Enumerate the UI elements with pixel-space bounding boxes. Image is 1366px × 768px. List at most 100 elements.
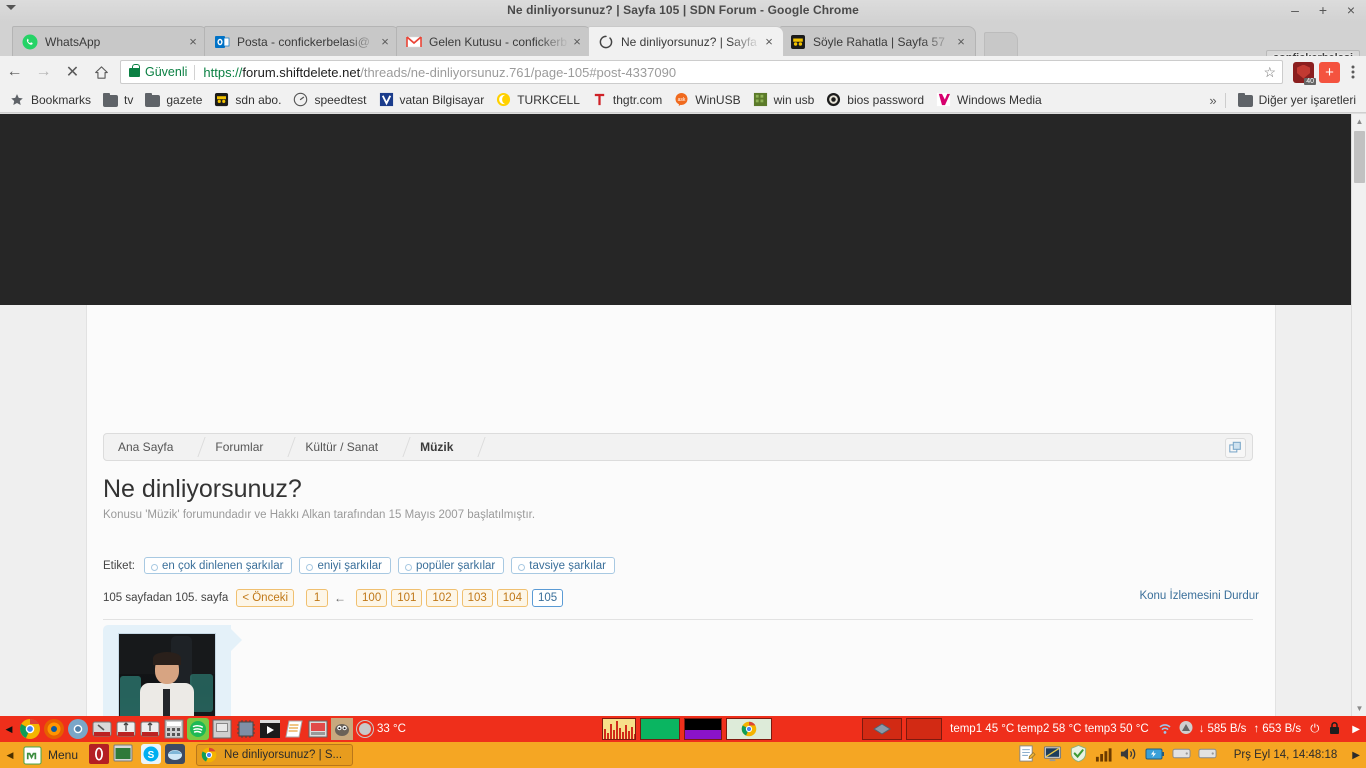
pagination-page-1[interactable]: 1	[306, 589, 329, 607]
tag-item[interactable]: en çok dinlenen şarkılar	[143, 557, 293, 574]
bookmark-win-usb[interactable]: win usb	[747, 90, 821, 111]
addon-extension-icon[interactable]: +	[1319, 61, 1340, 83]
video-player-icon[interactable]	[259, 718, 281, 740]
minimize-button[interactable]: –	[1288, 2, 1302, 18]
shield-icon[interactable]	[1069, 744, 1088, 766]
bookmark-star-icon[interactable]: ☆	[1255, 64, 1276, 81]
terminal-icon[interactable]	[113, 744, 135, 766]
disk-icon[interactable]	[1198, 746, 1217, 764]
volume-icon[interactable]	[1119, 746, 1138, 765]
firefox-icon[interactable]	[43, 718, 65, 740]
bookmark-tv[interactable]: tv	[97, 90, 139, 111]
breadcrumb-item-ana-sayfa[interactable]: Ana Sayfa	[104, 433, 187, 461]
forward-button[interactable]: →	[29, 57, 58, 87]
power-icon[interactable]: ⏻	[1310, 723, 1319, 736]
new-tab-button[interactable]	[984, 32, 1018, 56]
pagination-page-102[interactable]: 102	[426, 589, 458, 607]
bookmark-bios-password[interactable]: bios password	[820, 90, 930, 111]
notes-icon[interactable]	[1017, 744, 1036, 766]
breadcrumb-item-muzik[interactable]: Müzik	[406, 433, 467, 461]
breadcrumb-item-forumlar[interactable]: Forumlar	[201, 433, 277, 461]
clock[interactable]: Prş Eyl 14, 14:48:18	[1234, 749, 1338, 761]
text-editor-icon[interactable]	[283, 718, 305, 740]
bookmark-turkcell[interactable]: TURKCELL	[490, 90, 586, 111]
bookmark-winusb[interactable]: ask WinUSB	[668, 90, 746, 111]
tray-expand-icon[interactable]: ▶	[1352, 750, 1360, 761]
maximize-button[interactable]: +	[1316, 2, 1330, 18]
opera-icon[interactable]	[89, 744, 111, 766]
address-bar[interactable]: Güvenli https://forum.shiftdelete.net/th…	[120, 60, 1283, 84]
tab-whatsapp[interactable]: WhatsApp ×	[12, 26, 208, 56]
network-status-icon[interactable]	[1178, 720, 1194, 738]
avatar[interactable]	[118, 633, 216, 716]
disk-icon[interactable]	[1172, 746, 1191, 764]
tag-item[interactable]: eniyi şarkılar	[299, 557, 391, 574]
tag-item[interactable]: tavsiye şarkılar	[511, 557, 615, 574]
tab-ne-dinliyorsunuz[interactable]: Ne dinliyorsunuz? | Sayfa ×	[588, 26, 784, 56]
tab-close-icon[interactable]: ×	[953, 34, 969, 50]
bookmark-thgtr[interactable]: thgtr.com	[586, 90, 668, 111]
chrome-window-thumb[interactable]	[726, 718, 773, 740]
battery-icon[interactable]	[1145, 747, 1165, 764]
tab-close-icon[interactable]: ×	[185, 34, 201, 50]
disk-utility-icon[interactable]	[91, 718, 113, 740]
screenshot-icon[interactable]	[307, 718, 329, 740]
wifi-icon[interactable]	[1157, 721, 1173, 738]
bookmark-windows-media[interactable]: Windows Media	[930, 90, 1048, 111]
stop-button[interactable]: ✕	[58, 57, 87, 87]
usb-icon[interactable]	[139, 718, 161, 740]
tab-gelen-kutusu[interactable]: Gelen Kutusu - confickerb ×	[396, 26, 592, 56]
ublock-extension-icon[interactable]: 40	[1293, 61, 1316, 85]
tab-close-icon[interactable]: ×	[569, 34, 585, 50]
bookmark-gazete[interactable]: gazete	[139, 90, 208, 111]
archive-icon[interactable]	[211, 718, 233, 740]
gimp-icon[interactable]	[331, 718, 353, 740]
scroll-down-arrow-icon[interactable]: ▼	[1352, 701, 1366, 716]
bookmarks-overflow-button[interactable]: »	[1201, 93, 1224, 108]
chrome-icon[interactable]	[19, 718, 41, 740]
taskbar-window-chrome[interactable]: Ne dinliyorsunuz? | S...	[196, 744, 354, 766]
chromium-icon[interactable]	[67, 718, 89, 740]
taskbar-collapse-caret-icon[interactable]: ◀	[0, 750, 20, 761]
bookmark-other-folder[interactable]: Diğer yer işaretleri	[1232, 90, 1362, 111]
tab-posta[interactable]: Posta - confickerbelasi@ ×	[204, 26, 400, 56]
pagination-page-current[interactable]: 105	[531, 589, 564, 607]
pagination-prev-button[interactable]: < Önceki	[236, 589, 295, 607]
workspace-2-button[interactable]	[906, 718, 943, 740]
pagination-page-101[interactable]: 101	[391, 589, 423, 607]
pagination-page-104[interactable]: 104	[496, 589, 528, 607]
bookmark-vatan[interactable]: vatan Bilgisayar	[373, 90, 491, 111]
scrollbar-thumb[interactable]	[1354, 131, 1365, 183]
back-button[interactable]: ←	[0, 57, 29, 87]
tab-close-icon[interactable]: ×	[377, 34, 393, 50]
breadcrumb-item-kultur-sanat[interactable]: Kültür / Sanat	[291, 433, 392, 461]
tab-soyle-rahatla[interactable]: Söyle Rahatla | Sayfa 57 ×	[780, 26, 976, 56]
pagination-page-100[interactable]: 100	[356, 589, 388, 607]
scroll-up-arrow-icon[interactable]: ▲	[1352, 114, 1366, 129]
spotify-icon[interactable]	[187, 718, 209, 740]
display-icon[interactable]	[1043, 744, 1062, 766]
calculator-icon[interactable]	[163, 718, 185, 740]
cpu-icon[interactable]	[235, 718, 257, 740]
chrome-menu-icon[interactable]	[1340, 64, 1366, 80]
page-scrollbar[interactable]: ▲ ▼	[1351, 114, 1366, 716]
home-button[interactable]	[87, 57, 116, 87]
breadcrumb-expand-button[interactable]	[1225, 438, 1246, 458]
bookmark-speedtest[interactable]: speedtest	[287, 90, 372, 111]
bookmark-bookmarks[interactable]: Bookmarks	[4, 90, 97, 111]
close-button[interactable]: ×	[1344, 2, 1358, 18]
pagination-page-103[interactable]: 103	[461, 589, 493, 607]
tab-close-icon[interactable]: ×	[761, 34, 777, 50]
filezilla-icon[interactable]	[165, 744, 187, 766]
taskbar-collapse-caret-icon[interactable]: ◀	[0, 724, 18, 735]
skype-icon[interactable]: S	[141, 744, 163, 766]
watch-thread-link[interactable]: Konu İzlemesini Durdur	[1139, 590, 1259, 602]
tray-expand-icon[interactable]: ▶	[1352, 724, 1360, 735]
signal-icon[interactable]	[1095, 746, 1112, 765]
tag-item[interactable]: popüler şarkılar	[398, 557, 505, 574]
usb-icon[interactable]	[115, 718, 137, 740]
start-menu-button[interactable]: Menu	[20, 743, 86, 767]
workspace-1-button[interactable]	[862, 718, 903, 740]
lock-icon[interactable]	[1328, 721, 1341, 738]
bookmark-sdn-abo[interactable]: sdn abo.	[208, 90, 287, 111]
